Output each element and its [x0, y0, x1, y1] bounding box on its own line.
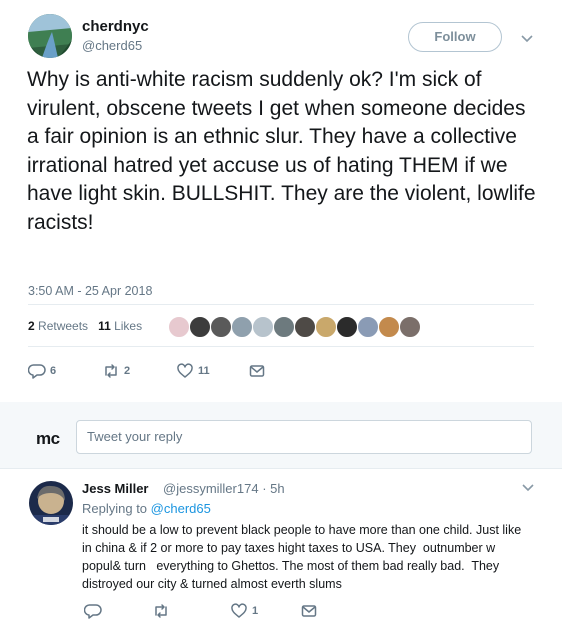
tweet-timestamp[interactable]: 3:50 AM - 25 Apr 2018 [28, 284, 152, 298]
liker-avatar[interactable] [357, 316, 379, 338]
author-avatar[interactable] [28, 14, 72, 58]
author-name[interactable]: cherdnyc [82, 18, 149, 35]
liker-avatar[interactable] [168, 316, 190, 338]
reply-icon [28, 364, 46, 379]
liker-avatar[interactable] [294, 316, 316, 338]
tweet-reply-input[interactable]: Tweet your reply [76, 420, 532, 454]
retweet-icon [105, 364, 117, 378]
heart-icon [231, 603, 247, 618]
liker-avatar[interactable] [252, 316, 274, 338]
replying-mention[interactable]: @cherd65 [151, 501, 211, 516]
liker-avatar[interactable] [336, 316, 358, 338]
retweets-stat[interactable]: 2 Retweets [28, 319, 88, 333]
user-logo[interactable]: mc [36, 429, 60, 449]
liker-avatar[interactable] [189, 316, 211, 338]
retweets-count: 2 [28, 319, 35, 333]
liker-avatar[interactable] [210, 316, 232, 338]
reply-icon [84, 604, 102, 619]
reply-count: 6 [50, 365, 57, 377]
reply-time[interactable]: · 5h [262, 481, 284, 496]
liker-avatar[interactable] [231, 316, 253, 338]
envelope-icon [249, 365, 265, 377]
reply-author-handle[interactable]: @jessymiller174 [163, 481, 259, 496]
retweet-count: 2 [124, 365, 131, 377]
reply-tweet: Jess Miller @jessymiller174 · 5h Replyin… [0, 468, 562, 624]
likes-stat[interactable]: 11 Likes [98, 319, 142, 333]
liker-avatar[interactable] [378, 316, 400, 338]
follow-button[interactable]: Follow [408, 22, 502, 52]
retweets-label: Retweets [38, 319, 89, 333]
liker-avatar[interactable] [273, 316, 295, 338]
liker-avatar[interactable] [315, 316, 337, 338]
chevron-down-icon[interactable] [521, 483, 535, 493]
chevron-down-icon[interactable] [520, 34, 534, 44]
replying-prefix: Replying to [82, 501, 148, 516]
reply-author-meta: @jessymiller174 · 5h [163, 481, 285, 496]
divider [28, 346, 534, 347]
replying-to: Replying to @cherd65 [82, 501, 211, 516]
reply-author-avatar[interactable] [29, 481, 73, 525]
tweet-text: Why is anti-white racism suddenly ok? I'… [27, 68, 542, 234]
divider [28, 304, 534, 305]
like-count: 11 [198, 365, 210, 377]
tweet-stats: 2 Retweets 11 Likes [28, 319, 142, 333]
retweet-icon [155, 604, 167, 618]
heart-icon [177, 363, 193, 378]
liker-avatar[interactable] [399, 316, 421, 338]
likes-label: Likes [114, 319, 143, 333]
like-count: 1 [252, 605, 259, 617]
reply-composer: mc Tweet your reply [0, 402, 562, 468]
reply-author-name[interactable]: Jess Miller [82, 481, 149, 496]
envelope-icon [301, 605, 317, 617]
author-handle[interactable]: @cherd65 [82, 38, 142, 53]
likes-count: 11 [98, 319, 111, 333]
reply-text: it should be a low to prevent black peop… [82, 523, 525, 591]
main-tweet: cherdnyc @cherd65 Follow Why is anti-whi… [0, 0, 562, 402]
